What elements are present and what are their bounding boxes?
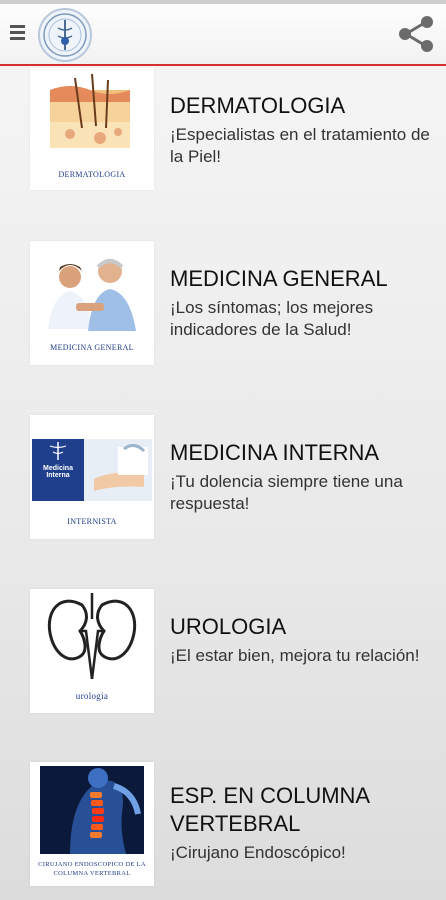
general-medicine-thumbnail: MEDICINA GENERAL xyxy=(30,241,154,365)
menu-icon[interactable] xyxy=(8,22,28,44)
skin-layers-illustration xyxy=(50,73,130,148)
thumbnail-caption: INTERNISTA xyxy=(67,517,117,526)
thumbnail-caption: DERMATOLOGIA xyxy=(58,170,126,179)
urology-thumbnail: urologia xyxy=(30,589,154,713)
specialty-title: MEDICINA GENERAL xyxy=(170,266,388,291)
spine-thumbnail: CIRUJANO ENDOSCOPICO DE LA COLUMNA VERTE… xyxy=(30,762,154,886)
specialty-subtitle: ¡El estar bien, mejora tu relación! xyxy=(170,646,420,665)
status-strip xyxy=(0,0,446,4)
kidneys-icon xyxy=(47,593,137,680)
thumbnail-photo: Medicina Interna xyxy=(32,439,152,501)
specialty-title: UROLOGIA xyxy=(170,614,287,639)
clinic-logo-icon xyxy=(38,8,92,62)
share-icon[interactable] xyxy=(394,14,438,54)
spine-xray-illustration xyxy=(40,766,144,854)
thumbnail-caption: CIRUJANO ENDOSCOPICO DE LA COLUMNA VERTE… xyxy=(38,861,146,877)
thumbnail-banner-text: Medicina Interna xyxy=(43,465,73,479)
caduceus-icon xyxy=(49,442,67,460)
specialty-list: DERMATOLOGIA DERMATOLOGIA ¡Especialistas… xyxy=(0,68,446,900)
thumbnail-banner: Medicina Interna xyxy=(32,439,84,501)
specialty-subtitle: ¡Cirujano Endoscópico! xyxy=(170,843,346,862)
specialty-subtitle: ¡Tu dolencia siempre tiene una respuesta… xyxy=(170,472,403,513)
list-item-medicina-general[interactable]: MEDICINA GENERAL MEDICINA GENERAL ¡Los s… xyxy=(0,241,446,391)
list-item-urologia[interactable]: urologia UROLOGIA ¡El estar bien, mejora… xyxy=(0,589,446,739)
specialty-subtitle: ¡Especialistas en el tratamiento de la P… xyxy=(170,125,430,166)
specialty-title: ESP. EN COLUMNA VERTEBRAL xyxy=(170,783,369,836)
list-item-dermatologia[interactable]: DERMATOLOGIA DERMATOLOGIA ¡Especialistas… xyxy=(0,68,446,218)
specialty-title: MEDICINA INTERNA xyxy=(170,440,380,465)
dermatology-thumbnail: DERMATOLOGIA xyxy=(30,68,154,190)
list-item-medicina-interna[interactable]: Medicina Interna INTERNISTA MEDICINA INT… xyxy=(0,415,446,565)
app-bar xyxy=(0,0,446,66)
doctor-patient-photo xyxy=(30,241,154,337)
specialty-subtitle: ¡Los síntomas; los mejores indicadores d… xyxy=(170,298,374,339)
internal-medicine-thumbnail: Medicina Interna INTERNISTA xyxy=(30,415,154,539)
specialty-title: DERMATOLOGIA xyxy=(170,93,346,118)
list-item-columna-vertebral[interactable]: CIRUJANO ENDOSCOPICO DE LA COLUMNA VERTE… xyxy=(0,762,446,900)
thumbnail-caption: urologia xyxy=(75,691,109,701)
doctor-hands-photo xyxy=(84,439,152,501)
thumbnail-caption: MEDICINA GENERAL xyxy=(50,343,134,352)
